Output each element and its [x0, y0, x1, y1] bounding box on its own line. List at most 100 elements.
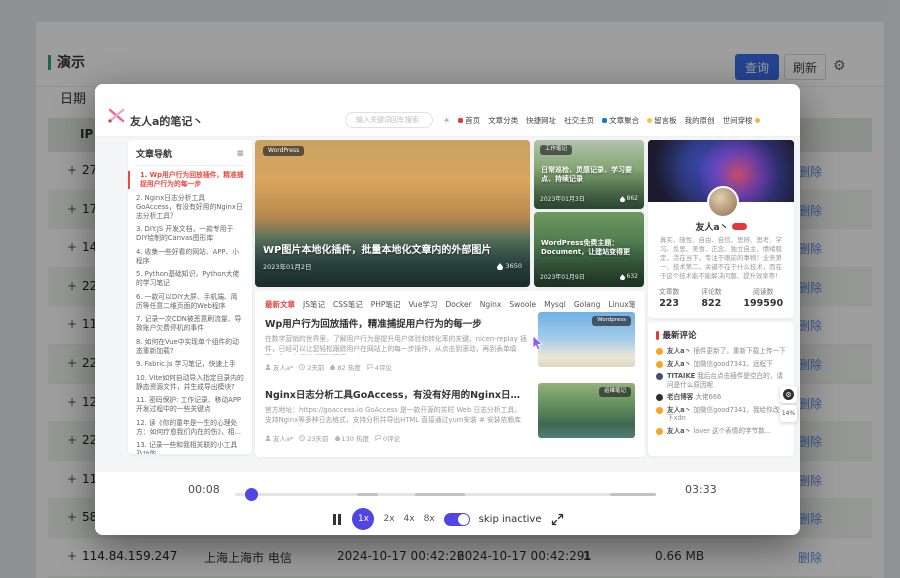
category-tabs: 最新文章 JS笔记 CSS笔记 PHP笔记 Vue学习 Docker Nginx… — [265, 299, 635, 310]
comment-item[interactable]: 友人a丶 加微信good7341，远程下 — [656, 360, 786, 369]
article-nav-item[interactable]: 11. 密码保护: 工作记录、移动APP开发过程中的一些关键点 — [136, 396, 244, 414]
nav-item-guestbook[interactable]: 留言板 — [647, 115, 677, 126]
nav-item-original[interactable]: 我的原创 — [685, 115, 715, 126]
article-item[interactable]: Wp用户行为回放插件，精准捕捉用户行为的每一步 在数字营销的世界里，了解用户行为… — [265, 316, 527, 372]
article-time: 23天前 — [307, 433, 328, 443]
widget-gear-button[interactable]: ⚙ — [780, 386, 797, 403]
side-card-views: 862 — [627, 195, 638, 202]
nav-item-aggregate[interactable]: 文章聚合 — [602, 115, 639, 126]
timeline-inactive-segment — [415, 493, 465, 496]
comment-icon — [375, 435, 381, 441]
guestbook-icon — [647, 118, 652, 123]
comment-avatar — [656, 348, 663, 355]
article-nav-item[interactable]: 3. DIY.JS 开发文档，一款专用于DIY绘制的Canvas图形库 — [136, 225, 244, 243]
pause-button[interactable] — [331, 512, 343, 527]
timeline-thumb[interactable] — [245, 488, 258, 501]
side-post-card[interactable]: WordPress免费主题：Document，让建站变得更加方便 2023年01… — [534, 212, 644, 287]
article-nav-item[interactable]: 8. 如何在Vue中实现单个组件的动态重新加载? — [136, 338, 244, 356]
session-replay-modal: 友人a的笔记丶 ☀ 首页 文章分类 快捷网址 社交主页 文章聚合 留言板 我的原… — [95, 84, 800, 535]
fullscreen-button[interactable] — [551, 513, 564, 526]
comment-item[interactable]: 老白博客 大佬666 — [656, 393, 786, 402]
article-nav-item[interactable]: 5. Python基础知识，Python大佬的学习笔记 — [136, 270, 244, 288]
search-input[interactable] — [354, 115, 428, 125]
theme-sun-icon[interactable]: ☀ — [443, 116, 450, 125]
speed-8x-button[interactable]: 8x — [424, 514, 435, 524]
article-nav-item[interactable]: 6. 一款可以DIY大屏、手机端、简历等任意二维页面的Web程序 — [136, 293, 244, 311]
comment-author: 友人a丶 — [667, 347, 691, 355]
total-time: 03:33 — [685, 483, 717, 496]
stat-value: 822 — [701, 298, 721, 309]
article-comments: 4评论 — [375, 362, 392, 372]
blog-site-title: 友人a的笔记丶 — [130, 113, 203, 129]
player-controller: 00:08 03:33 1x 2x 4x 8x skip inactive — [95, 472, 800, 535]
stat-value: 199590 — [743, 298, 783, 309]
article-nav-item[interactable]: 2. Nginx日志分析工具GoAccess，有没有好用的Nginx日志分析工具… — [136, 194, 244, 221]
clock-icon — [299, 364, 305, 370]
tab-linux[interactable]: Linux笔记... — [608, 299, 635, 310]
hamburger-icon[interactable]: ≡ — [236, 149, 244, 159]
nav-item-home[interactable]: 首页 — [458, 115, 480, 126]
timeline-inactive-segment — [610, 493, 656, 496]
blog-header: 友人a的笔记丶 ☀ 首页 文章分类 快捷网址 社交主页 文章聚合 留言板 我的原… — [95, 84, 800, 137]
tab-css[interactable]: CSS笔记 — [333, 299, 363, 310]
article-nav-item[interactable]: 10. Vite如何自动导入指定目录内的静态资源文件，并生成导出模块? — [136, 374, 244, 392]
tab-latest[interactable]: 最新文章 — [265, 299, 295, 310]
speed-4x-button[interactable]: 4x — [404, 514, 415, 524]
nav-item-categories[interactable]: 文章分类 — [488, 115, 518, 126]
tab-vue[interactable]: Vue学习 — [408, 299, 437, 310]
article-author: 友人a* — [273, 433, 293, 443]
article-nav-item[interactable]: 1. Wp用户行为回放插件，精准捕捉用户行为的每一步 — [128, 171, 244, 189]
side-card-views: 632 — [627, 273, 638, 280]
article-item[interactable]: Nginx日志分析工具GoAccess，有没有好用的Nginx日志分析工具？ 官… — [265, 387, 527, 443]
hero-views: 3650 — [505, 262, 522, 270]
side-post-card[interactable]: 工作笔记 日常巡检、灵感记录、学习要点、持续记录 2023年01月3日 862 — [534, 140, 644, 209]
speed-1x-button[interactable]: 1x — [352, 508, 374, 530]
tab-docker[interactable]: Docker — [445, 300, 471, 309]
hero-post-card[interactable]: WordPress WP图片本地化插件，批量本地化文章内的外部图片 2023年0… — [255, 140, 530, 287]
article-excerpt: 在数字营销的世界里，了解用户行为是提升用户体验和转化率的关键。nicen-rep… — [265, 335, 527, 355]
tab-nginx[interactable]: Nginx — [480, 300, 502, 309]
article-nav-item[interactable]: 12. 读《你的童年是一生的心理处方：如何疗愈我们内在的伤》，相... — [136, 419, 244, 437]
blog-search[interactable] — [345, 112, 433, 128]
tab-php[interactable]: PHP笔记 — [371, 299, 401, 310]
comment-text: laver 这个表情的字节数... — [693, 427, 771, 435]
timeline-track[interactable] — [235, 493, 656, 496]
article-thumb[interactable]: 运维笔记 — [538, 383, 635, 438]
nav-item-links[interactable]: 快捷网址 — [526, 115, 556, 126]
skip-inactive-toggle[interactable] — [444, 513, 470, 526]
tab-mysql[interactable]: Mysql — [544, 300, 566, 309]
nav-item-time-travel[interactable]: 世间穿梭 — [723, 115, 760, 126]
article-nav-item[interactable]: 9. Fabric.js 学习笔记，快速上手 — [136, 360, 244, 369]
tab-swoole[interactable]: Swoole — [509, 300, 536, 309]
side-card-date: 2023年01月3日 — [540, 194, 585, 203]
article-title: Wp用户行为回放插件，精准捕捉用户行为的每一步 — [265, 316, 527, 330]
floating-widget: ⚙ 14% — [780, 386, 797, 424]
hero-date: 2023年01月2日 — [263, 261, 311, 271]
comment-item[interactable]: TITAIKE 我后台点击插件是空白的，请问是什么原因呢 — [656, 372, 786, 389]
article-nav-item[interactable]: 13. 记录一些和我相关联的小工具及功能 — [136, 441, 244, 454]
comment-item[interactable]: 友人a丶 加微信good7341，我给你改一下xdn — [656, 406, 786, 423]
article-thumb[interactable]: Wordpress — [538, 312, 635, 367]
side-card-badge: 工作笔记 — [540, 145, 572, 155]
timeline-inactive-segment — [357, 493, 378, 496]
comment-text: 插件更新了，重新下载上传一下 — [693, 347, 785, 355]
article-nav-item[interactable]: 4. 收集一些好看的网站、APP、小程序 — [136, 248, 244, 266]
aggregate-icon — [602, 118, 607, 123]
nav-item-social[interactable]: 社交主页 — [564, 115, 594, 126]
flame-icon — [330, 364, 335, 370]
tab-golang[interactable]: Golang — [574, 300, 601, 309]
comment-avatar — [656, 373, 663, 380]
article-nav-item[interactable]: 7. 记录一次CDN被恶意刷流量、导致账户欠费停机的事件 — [136, 315, 244, 333]
comment-item[interactable]: 友人a丶 插件更新了，重新下载上传一下 — [656, 347, 786, 356]
article-excerpt: 官方地址：https://goaccess.io GoAccess 是一款开源的… — [265, 406, 527, 426]
widget-percent: 14% — [782, 410, 795, 417]
stat-value: 223 — [659, 298, 679, 309]
widget-percent-button[interactable]: 14% — [780, 405, 797, 422]
tab-js[interactable]: JS笔记 — [303, 299, 325, 310]
comment-item[interactable]: 友人a丶 laver 这个表情的字节数... — [656, 427, 786, 436]
side-card-date: 2023年01月9日 — [540, 272, 585, 281]
profile-avatar[interactable] — [707, 186, 739, 218]
stat-label: 文章数 — [659, 286, 679, 296]
speed-2x-button[interactable]: 2x — [383, 514, 394, 524]
comment-text: 加微信good7341，远程下 — [693, 360, 772, 368]
